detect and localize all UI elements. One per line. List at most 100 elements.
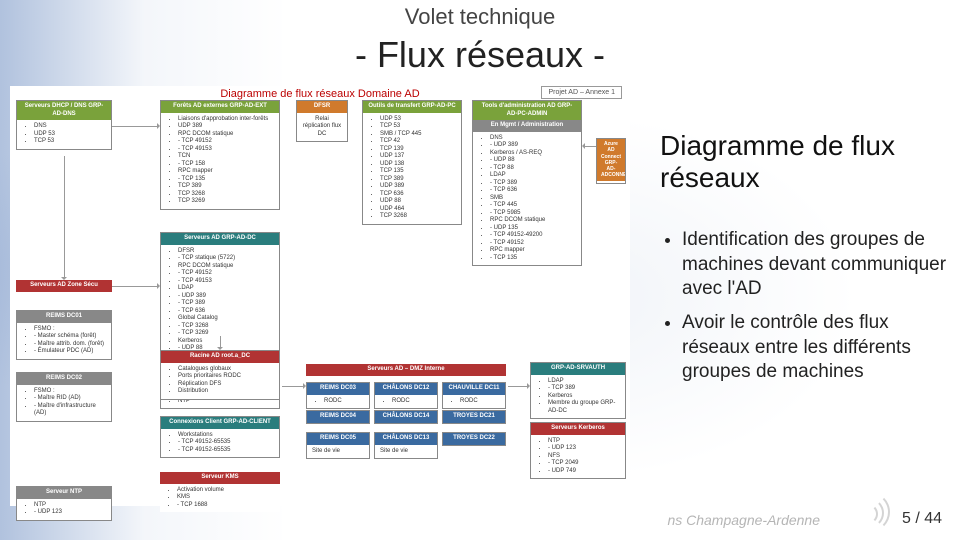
list-item: - TCP 49152-65535 — [178, 447, 274, 455]
list-item: - TCP 49152 — [178, 270, 274, 278]
list-item: RODC — [324, 398, 364, 406]
list-item: - TCP 49152-65535 — [178, 439, 274, 447]
node-header: Serveurs AD GRP-AD-DC — [161, 233, 279, 245]
list-item: - TCP 49152-49200 — [490, 232, 576, 240]
list-item: TCP 135 — [380, 168, 456, 176]
list-item: DNS — [34, 123, 106, 131]
node-reims-dc04: REIMS DC04 — [306, 410, 370, 424]
list-item: SMB / TCP 445 — [380, 131, 456, 139]
list-item: - Émulateur PDC (AD) — [34, 348, 106, 356]
list-item: - Maître attrib. dom. (forêt) — [34, 341, 106, 349]
node-header: Forêts AD externes GRP-AD-EXT — [161, 101, 279, 113]
list-item: Réplication DFS — [178, 381, 274, 389]
list-item: UDP 389 — [380, 183, 456, 191]
list-item: - TCP 49152 — [178, 138, 274, 146]
node-header: DFSR — [297, 101, 347, 113]
list-item: UDP 53 — [380, 116, 456, 124]
list-item: - TCP 49152 — [490, 240, 576, 248]
node-reims-dc05: REIMS DC05 Site de vie — [306, 432, 370, 459]
arrow — [112, 126, 158, 127]
list-item: TCP 3269 — [178, 198, 274, 206]
node-header: CHAUVILLE DC11 — [443, 383, 505, 395]
node-reims-dc03: REIMS DC03 RODC — [306, 382, 370, 409]
list-item: - TCP 389 — [490, 180, 576, 188]
node-troyes-dc22: TROYES DC22 — [442, 432, 506, 446]
list-item: - TCP 88 — [490, 165, 576, 173]
list-item: RPC DCOM statique — [178, 131, 274, 139]
node-serveurs-kerberos: Serveurs Kerberos NTP - UDP 123 NFS - TC… — [530, 422, 626, 479]
list-item: RODC — [392, 398, 432, 406]
list-item: - TCP 389 — [548, 385, 620, 393]
node-chalons-dc13: CHÂLONS DC13 Site de vie — [374, 432, 438, 459]
list-item: - TCP 3268 — [178, 323, 274, 331]
list-item: - TCP 636 — [178, 308, 274, 316]
node-dfsr: DFSR Relai réplication flux DC — [296, 100, 348, 142]
node-header: CHÂLONS DC13 — [375, 433, 437, 445]
list-item: TCP 3268 — [380, 213, 456, 221]
list-item: - TCP 135 — [178, 176, 274, 184]
slide-title: - Flux réseaux - — [0, 34, 960, 76]
node-header: TROYES DC21 — [443, 411, 505, 423]
list-item: RPC mapper — [490, 247, 576, 255]
list-item: UDP 389 — [178, 123, 274, 131]
arrow — [282, 386, 304, 387]
node-outils-transfert: Outils de transfert GRP-AD-PC UDP 53 TCP… — [362, 100, 462, 225]
network-flow-diagram: Diagramme de flux réseaux Domaine AD Pro… — [10, 86, 630, 506]
list-item: - TCP 3269 — [178, 330, 274, 338]
list-item: - TCP statique (5722) — [178, 255, 274, 263]
list-item: - TCP 158 — [178, 161, 274, 169]
list-item: FSMO : — [34, 388, 106, 396]
node-ad-connect: Azure AD Connect GRP-AD-ADCONNECT AD Con… — [596, 138, 626, 184]
list-item: - UDP 123 — [34, 509, 106, 517]
list-item: DNS — [490, 135, 576, 143]
node-subheader: En Mgmt / Administration — [473, 120, 581, 132]
node-header: CHÂLONS DC14 — [375, 411, 437, 423]
node-serveur-ntp: Serveur NTP NTP - UDP 123 — [16, 486, 112, 521]
list-item: - TCP 49153 — [178, 146, 274, 154]
list-item: - UDP 123 — [548, 445, 620, 453]
node-header: Serveur NTP — [17, 487, 111, 499]
list-item: KMS — [177, 494, 275, 502]
node-note: AD Connect — [602, 184, 621, 185]
list-item: - UDP 135 — [490, 225, 576, 233]
node-chauville-dc11: CHAUVILLE DC11 RODC — [442, 382, 506, 409]
node-forets-externes: Forêts AD externes GRP-AD-EXT Liaisons d… — [160, 100, 280, 210]
bullet-item: Avoir le contrôle des flux réseaux entre… — [682, 311, 950, 384]
list-item: TCP 636 — [380, 191, 456, 199]
list-item: NFS — [548, 453, 620, 461]
list-item: Catalogues globaux — [178, 366, 274, 374]
node-header: REIMS DC02 — [17, 373, 111, 385]
list-item: - TCP 2049 — [548, 460, 620, 468]
node-reims-dc02: REIMS DC02 FSMO : - Maître RID (AD) - Ma… — [16, 372, 112, 422]
list-item: LDAP — [548, 378, 620, 386]
list-item: Global Catalog — [178, 315, 274, 323]
list-item: - TCP 5985 — [490, 210, 576, 218]
node-header: Connexions Client GRP-AD-CLIENT — [161, 417, 279, 429]
node-chalons-dc12: CHÂLONS DC12 RODC — [374, 382, 438, 409]
side-text-column: Diagramme de flux réseaux Identification… — [660, 130, 950, 394]
list-item: - UDP 88 — [490, 157, 576, 165]
node-serveurs-dhcp-dns: Serveurs DHCP / DNS GRP-AD-DNS DNS UDP 5… — [16, 100, 112, 150]
list-item: - TCP 135 — [490, 255, 576, 263]
node-header: Serveurs DHCP / DNS GRP-AD-DNS — [17, 101, 111, 120]
list-item: - UDP 389 — [178, 293, 274, 301]
list-item: TCN — [178, 153, 274, 161]
list-item: NTP — [34, 502, 106, 510]
list-item: Workstations — [178, 432, 274, 440]
node-serveur-kms: Serveur KMS Activation volume KMS - TCP … — [160, 472, 280, 512]
list-item: UDP 88 — [380, 198, 456, 206]
list-item: Kerberos / AS-REQ — [490, 150, 576, 158]
list-item: RPC DCOM statique — [178, 263, 274, 271]
list-item: TCP 389 — [178, 183, 274, 191]
list-item: TCP 53 — [34, 138, 106, 146]
node-reims-dc01: REIMS DC01 FSMO : - Master schéma (forêt… — [16, 310, 112, 360]
list-item: TCP 42 — [380, 138, 456, 146]
side-heading: Diagramme de flux réseaux — [660, 130, 950, 194]
node-header: TROYES DC22 — [443, 433, 505, 445]
list-item: LDAP — [490, 172, 576, 180]
list-item: Ports prioritaires RODC — [178, 373, 274, 381]
diagram-ref-box: Projet AD – Annexe 1 — [541, 86, 622, 99]
node-grp-ad-srvauth: GRP-AD-SRVAUTH LDAP - TCP 389 Kerberos M… — [530, 362, 626, 419]
list-item: DFSR — [178, 248, 274, 256]
list-item: Membre du groupe GRP-AD-DC — [548, 400, 620, 415]
